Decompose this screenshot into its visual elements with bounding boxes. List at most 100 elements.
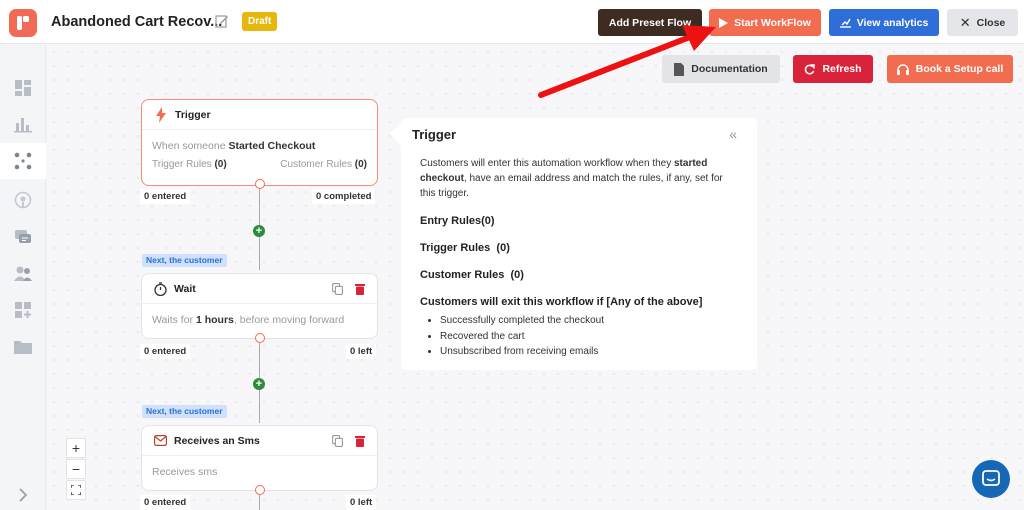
zoom-out-button[interactable]: − bbox=[66, 459, 86, 479]
node-port[interactable] bbox=[255, 179, 265, 189]
next-step-chip: Next, the customer bbox=[142, 254, 227, 267]
wait-title: Wait bbox=[174, 282, 196, 295]
refresh-label: Refresh bbox=[822, 63, 862, 75]
chat-widget-button[interactable] bbox=[972, 460, 1010, 498]
delete-icon[interactable] bbox=[355, 435, 365, 447]
trigger-rules-heading: Trigger Rules (0) bbox=[420, 242, 510, 254]
panel-title: Trigger bbox=[412, 127, 457, 142]
add-step-button[interactable]: + bbox=[253, 378, 265, 390]
sms-title: Receives an Sms bbox=[174, 434, 260, 447]
users-icon[interactable] bbox=[0, 256, 46, 292]
collapse-icon[interactable]: « bbox=[729, 126, 737, 142]
broadcast-icon[interactable] bbox=[0, 182, 46, 218]
customer-rules-count: (0) bbox=[354, 159, 367, 170]
delete-icon[interactable] bbox=[355, 283, 365, 295]
documentation-button[interactable]: Documentation bbox=[662, 55, 780, 83]
wait-duration: 1 hours bbox=[195, 314, 234, 326]
logo-icon bbox=[17, 16, 29, 30]
copy-icon[interactable] bbox=[332, 435, 343, 447]
entered-count: 0 entered bbox=[140, 495, 191, 510]
close-icon: ✕ bbox=[959, 14, 971, 30]
lightning-icon bbox=[156, 106, 166, 123]
status-badge: Draft bbox=[242, 12, 278, 31]
node-port[interactable] bbox=[255, 485, 265, 495]
list-item: Successfully completed the checkout bbox=[440, 313, 604, 329]
chat-icon[interactable] bbox=[0, 219, 46, 255]
headset-icon bbox=[896, 63, 909, 75]
dashboard-icon[interactable] bbox=[0, 70, 46, 106]
exit-conditions-heading: Customers will exit this workflow if [An… bbox=[420, 296, 703, 308]
customer-rules-summary: Customer Rules (0) bbox=[280, 159, 367, 170]
chart-icon[interactable] bbox=[0, 106, 46, 142]
trigger-event: Started Checkout bbox=[228, 140, 316, 152]
customer-rules-heading: Customer Rules (0) bbox=[420, 269, 524, 281]
wait-node[interactable]: Wait Waits for 1 hours, before moving fo… bbox=[141, 273, 378, 339]
trigger-info-panel: Trigger « Customers will enter this auto… bbox=[389, 118, 757, 370]
add-preset-flow-button[interactable]: Add Preset Flow bbox=[598, 9, 702, 36]
book-setup-call-button[interactable]: Book a Setup call bbox=[887, 55, 1013, 83]
trigger-desc-prefix: When someone bbox=[152, 140, 226, 152]
workflow-icon[interactable] bbox=[0, 143, 46, 179]
panel-desc-1: Customers will enter this automation wor… bbox=[420, 158, 672, 169]
stopwatch-icon bbox=[154, 281, 167, 296]
node-port[interactable] bbox=[255, 333, 265, 343]
chat-bubble-icon bbox=[982, 470, 1000, 486]
trigger-rules-summary: Trigger Rules (0) bbox=[152, 159, 227, 170]
sms-actions bbox=[332, 435, 365, 447]
wait-actions bbox=[332, 283, 365, 295]
trigger-node[interactable]: Trigger When someone Started Checkout Tr… bbox=[141, 99, 378, 186]
trigger-rules-label: Trigger Rules bbox=[152, 159, 212, 170]
add-step-button[interactable]: + bbox=[253, 225, 265, 237]
fit-view-button[interactable] bbox=[66, 480, 86, 500]
connector-line bbox=[259, 493, 260, 510]
trigger-title: Trigger bbox=[175, 108, 211, 121]
entered-count: 0 entered bbox=[140, 189, 191, 204]
entered-count: 0 entered bbox=[140, 344, 191, 359]
view-analytics-button[interactable]: View analytics bbox=[829, 9, 939, 36]
exit-conditions-list: Successfully completed the checkout Reco… bbox=[440, 313, 604, 360]
panel-desc-2: , have an email address and match the ru… bbox=[420, 173, 723, 199]
view-analytics-label: View analytics bbox=[856, 16, 929, 29]
expand-icon[interactable] bbox=[0, 477, 46, 510]
wait-desc-prefix: Waits for bbox=[152, 314, 194, 326]
edit-icon[interactable] bbox=[215, 14, 229, 28]
refresh-button[interactable]: Refresh bbox=[793, 55, 873, 83]
list-item: Unsubscribed from receiving emails bbox=[440, 344, 604, 360]
trigger-rules-row: Trigger Rules (0) Customer Rules (0) bbox=[142, 159, 377, 170]
sidebar bbox=[0, 45, 46, 510]
fullscreen-icon bbox=[71, 485, 81, 495]
apps-icon[interactable] bbox=[0, 292, 46, 328]
list-item: Recovered the cart bbox=[440, 329, 604, 345]
completed-count: 0 completed bbox=[312, 189, 376, 204]
document-icon bbox=[674, 62, 685, 76]
zoom-in-icon: + bbox=[71, 440, 81, 456]
trigger-rules-count: (0) bbox=[214, 159, 227, 170]
sms-description: Receives sms bbox=[152, 466, 218, 478]
entry-rules-heading: Entry Rules(0) bbox=[420, 215, 495, 227]
trigger-description: When someone Started Checkout bbox=[142, 130, 377, 156]
play-icon bbox=[719, 17, 729, 28]
folder-icon[interactable] bbox=[0, 329, 46, 365]
documentation-label: Documentation bbox=[691, 63, 768, 75]
trigger-node-header: Trigger bbox=[142, 100, 377, 130]
add-preset-flow-label: Add Preset Flow bbox=[608, 16, 692, 29]
book-setup-call-label: Book a Setup call bbox=[915, 63, 1004, 75]
refresh-icon bbox=[805, 63, 816, 74]
wait-desc-suffix: , before moving forward bbox=[233, 314, 345, 326]
close-label: Close bbox=[976, 16, 1006, 29]
panel-description: Customers will enter this automation wor… bbox=[420, 156, 740, 201]
close-button[interactable]: ✕ Close bbox=[947, 9, 1018, 36]
start-workflow-label: Start WorkFlow bbox=[734, 16, 811, 29]
app-header: Abandoned Cart Recov... Draft Add Preset… bbox=[0, 0, 1024, 44]
sms-node[interactable]: Receives an Sms Receives sms bbox=[141, 425, 378, 491]
left-count: 0 left bbox=[346, 344, 377, 359]
copy-icon[interactable] bbox=[332, 283, 343, 295]
app-logo[interactable] bbox=[9, 9, 37, 37]
left-count: 0 left bbox=[346, 495, 377, 510]
next-step-chip: Next, the customer bbox=[142, 405, 227, 418]
wait-description: Waits for 1 hours, before moving forward bbox=[142, 304, 377, 336]
workflow-title: Abandoned Cart Recov... bbox=[51, 14, 223, 30]
zoom-in-button[interactable]: + bbox=[66, 438, 86, 458]
start-workflow-button[interactable]: Start WorkFlow bbox=[709, 9, 821, 36]
customer-rules-label: Customer Rules bbox=[280, 159, 352, 170]
